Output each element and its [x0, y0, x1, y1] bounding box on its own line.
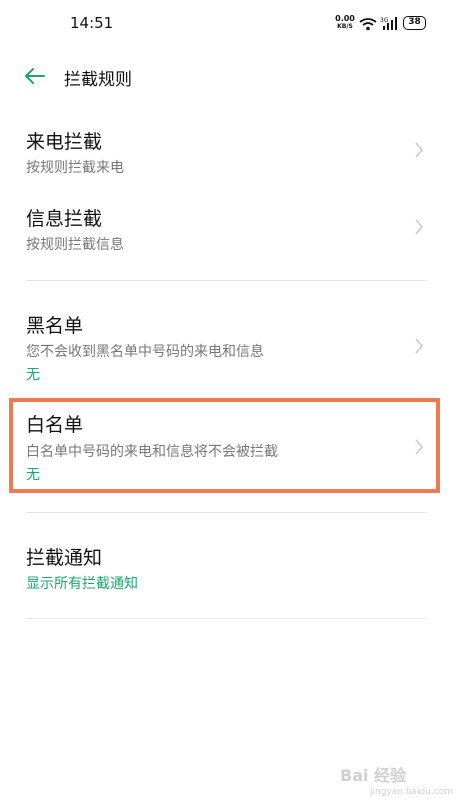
- svg-text:3G: 3G: [380, 17, 389, 24]
- row-title: 黑名单: [26, 315, 84, 337]
- row-status: 无: [26, 467, 40, 483]
- row-title: 信息拦截: [26, 208, 103, 230]
- battery-icon: 38: [403, 16, 426, 30]
- watermark: Bai 经验 jingyan.baidu.com: [340, 766, 454, 802]
- row-subtitle: 您不会收到黑名单中号码的来电和信息: [26, 344, 264, 360]
- row-subtitle: 按规则拦截信息: [26, 237, 124, 253]
- watermark-sub: jingyan.baidu.com: [370, 787, 454, 797]
- network-speed-value: 0.00: [335, 14, 355, 23]
- chevron-right-icon: [415, 338, 423, 354]
- arrow-left-icon: [25, 68, 45, 84]
- network-speed: 0.00 KB/S: [334, 15, 356, 31]
- back-button[interactable]: [20, 64, 48, 88]
- page-title: 拦截规则: [64, 70, 132, 90]
- signal-3g-icon: 3G: [380, 17, 397, 30]
- divider: [26, 618, 426, 619]
- row-blacklist[interactable]: 黑名单 您不会收到黑名单中号码的来电和信息 无: [0, 303, 460, 389]
- row-title: 拦截通知: [26, 547, 103, 569]
- status-bar: 14:51 0.00 KB/S 3G 38: [0, 0, 460, 46]
- chevron-right-icon: [415, 439, 423, 455]
- row-call-blocking[interactable]: 来电拦截 按规则拦截来电: [0, 120, 460, 192]
- row-title: 白名单: [26, 414, 84, 436]
- row-status: 无: [26, 367, 40, 383]
- row-title: 来电拦截: [26, 131, 103, 153]
- row-message-blocking[interactable]: 信息拦截 按规则拦截信息: [0, 196, 460, 268]
- row-subtitle: 按规则拦截来电: [26, 160, 124, 176]
- watermark-text: Bai 经验: [340, 766, 407, 785]
- network-speed-unit: KB/S: [337, 23, 353, 30]
- row-block-notification[interactable]: 拦截通知 显示所有拦截通知: [0, 535, 460, 605]
- chevron-right-icon: [415, 142, 423, 158]
- wifi-icon: [359, 18, 377, 31]
- row-whitelist[interactable]: 白名单 白名单中号码的来电和信息将不会被拦截 无: [0, 404, 460, 490]
- status-time: 14:51: [70, 14, 114, 32]
- divider: [26, 512, 426, 513]
- row-status: 显示所有拦截通知: [26, 576, 138, 592]
- row-subtitle: 白名单中号码的来电和信息将不会被拦截: [26, 444, 278, 460]
- chevron-right-icon: [415, 219, 423, 235]
- divider: [26, 280, 426, 281]
